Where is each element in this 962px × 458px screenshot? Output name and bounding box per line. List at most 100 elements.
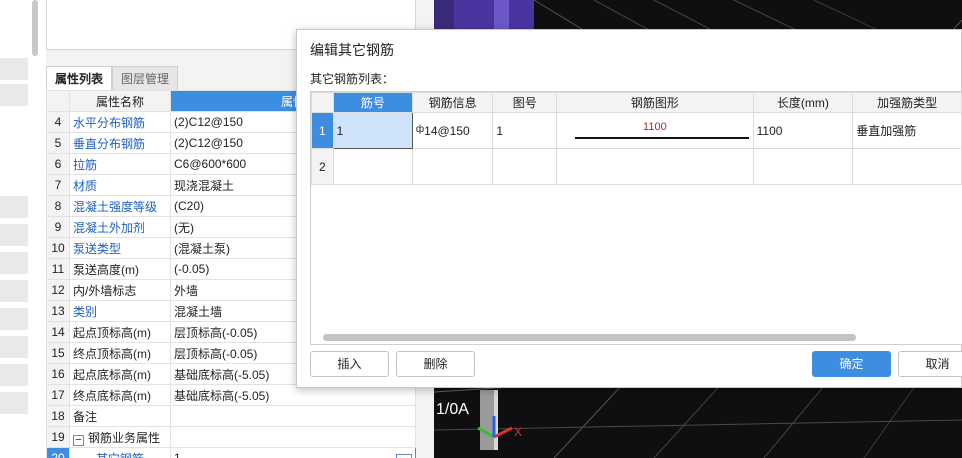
property-name: 混凝土强度等级 — [69, 195, 171, 217]
property-value-text: (2)C12@150 — [174, 136, 243, 150]
tool-tile[interactable] — [0, 84, 28, 106]
property-tabs: 属性列表 图层管理 — [46, 66, 179, 90]
property-name-text: 混凝土外加剂 — [73, 220, 146, 235]
property-name: 混凝土外加剂 — [69, 216, 171, 238]
property-name-text: 备注 — [73, 409, 98, 424]
tool-tile[interactable] — [0, 58, 28, 80]
col-reinforce-type[interactable]: 加强筋类型 — [852, 92, 962, 113]
property-row[interactable]: 19− 钢筋业务属性 — [46, 426, 416, 448]
property-name-text: 终点顶标高(m) — [73, 346, 151, 361]
property-name: 其它钢筋 — [69, 447, 171, 458]
col-length[interactable]: 长度(mm) — [752, 92, 854, 113]
tab-layer-management[interactable]: 图层管理 — [112, 66, 179, 90]
property-name: 内/外墙标志 — [69, 279, 171, 301]
row-number[interactable]: 1 — [311, 112, 334, 149]
property-value[interactable]: 1 ··· — [170, 447, 416, 458]
bar-no-cell[interactable] — [332, 148, 413, 185]
property-row-index: 12 — [46, 279, 70, 301]
property-name: 起点顶标高(m) — [69, 321, 171, 343]
grid-axis-label: 1/0A — [434, 401, 471, 419]
length-cell[interactable] — [752, 148, 854, 185]
property-row-index: 4 — [46, 111, 70, 133]
property-name-text: 材质 — [73, 178, 98, 193]
property-row[interactable]: 20 其它钢筋 1 ··· — [46, 447, 416, 458]
col-figure-no[interactable]: 图号 — [492, 92, 558, 113]
property-row-index: 11 — [46, 258, 70, 280]
tool-tile[interactable] — [0, 308, 28, 330]
length-cell[interactable]: 1100 — [752, 112, 854, 149]
property-name-text: 起点底标高(m) — [73, 367, 151, 382]
ellipsis-button[interactable]: ··· — [396, 453, 412, 458]
property-row-index: 15 — [46, 342, 70, 364]
property-value-text: (-0.05) — [174, 262, 210, 276]
property-row[interactable]: 18 备注 — [46, 405, 416, 427]
bar-info-value: 14@150 — [424, 123, 470, 138]
property-name: 终点底标高(m) — [69, 384, 171, 406]
col-bar-no[interactable]: 筋号 — [332, 92, 413, 113]
tool-tile[interactable] — [0, 280, 28, 302]
bar-info-cell[interactable] — [411, 148, 494, 185]
header-name-cell: 属性名称 — [69, 90, 171, 112]
property-name-text: 其它钢筋 — [96, 452, 144, 458]
header-index-cell — [46, 90, 70, 112]
property-value[interactable] — [170, 426, 416, 448]
property-name-text: 终点底标高(m) — [73, 388, 151, 403]
tool-tile[interactable] — [0, 224, 28, 246]
property-name: 终点顶标高(m) — [69, 342, 171, 364]
property-value-text: (混凝土泵) — [174, 241, 230, 256]
property-row-index: 16 — [46, 363, 70, 385]
property-row-index: 5 — [46, 132, 70, 154]
rebar-row[interactable]: 2 — [311, 148, 962, 185]
rebar-grid-container: 筋号 钢筋信息 图号 钢筋图形 长度(mm) 加强筋类型 1 1 ф14@150… — [310, 91, 962, 345]
tool-tile[interactable] — [0, 336, 28, 358]
left-toolbar-strip — [0, 0, 46, 458]
property-name-text: 泵送类型 — [73, 241, 122, 256]
property-name-text: 起点顶标高(m) — [73, 325, 151, 340]
cancel-button[interactable]: 取消 — [898, 351, 962, 377]
property-value[interactable] — [170, 405, 416, 427]
property-value-text: 层顶标高(-0.05) — [174, 346, 258, 361]
figure-no-cell[interactable]: 1 — [492, 112, 558, 149]
reinforce-type-cell[interactable]: 垂直加强筋 — [852, 112, 962, 149]
grid-horizontal-scrollbar[interactable] — [323, 334, 856, 341]
delete-button[interactable]: 删除 — [396, 351, 475, 377]
property-name-text: 拉筋 — [73, 157, 98, 172]
property-name-text: 混凝土强度等级 — [73, 199, 158, 214]
property-name: 材质 — [69, 174, 171, 196]
col-bar-shape[interactable]: 钢筋图形 — [556, 92, 754, 113]
row-number[interactable]: 2 — [311, 148, 334, 185]
property-row-index: 17 — [46, 384, 70, 406]
tool-tile[interactable] — [0, 252, 28, 274]
property-row-index: 9 — [46, 216, 70, 238]
edit-other-rebar-dialog: 编辑其它钢筋 其它钢筋列表： 筋号 钢筋信息 图号 钢筋图形 长度(mm) 加强… — [296, 29, 962, 388]
collapse-toggle[interactable]: − — [73, 434, 84, 446]
insert-button[interactable]: 插入 — [310, 351, 389, 377]
property-name-text: 水平分布钢筋 — [73, 115, 146, 130]
bar-shape-cell[interactable] — [556, 148, 754, 185]
property-value-text: 外墙 — [174, 283, 199, 298]
tool-tile[interactable] — [0, 196, 28, 218]
property-name: 备注 — [69, 405, 171, 427]
property-row-index: 13 — [46, 300, 70, 322]
shape-length-label: 1100 — [643, 121, 667, 133]
tab-property-list[interactable]: 属性列表 — [46, 66, 113, 90]
property-value-text: (C20) — [174, 199, 205, 213]
rebar-row[interactable]: 1 1 ф14@150 1 1100 1100 垂直加强筋 — [311, 112, 962, 149]
property-row-index: 20 — [46, 447, 70, 458]
bar-info-cell[interactable]: ф14@150 — [411, 112, 494, 149]
reinforce-type-cell[interactable] — [852, 148, 962, 185]
tool-tile[interactable] — [0, 364, 28, 386]
property-row-index: 14 — [46, 321, 70, 343]
bar-no-cell[interactable]: 1 — [332, 112, 413, 149]
property-value-text: 基础底标高(-5.05) — [174, 388, 270, 403]
bar-shape-cell[interactable]: 1100 — [556, 112, 754, 149]
figure-no-cell[interactable] — [492, 148, 558, 185]
ok-button[interactable]: 确定 — [812, 351, 891, 377]
left-scrollbar[interactable] — [32, 0, 38, 56]
wall-column — [480, 390, 494, 450]
property-name: 水平分布钢筋 — [69, 111, 171, 133]
property-row-index: 7 — [46, 174, 70, 196]
col-bar-info[interactable]: 钢筋信息 — [411, 92, 494, 113]
rebar-grid-header: 筋号 钢筋信息 图号 钢筋图形 长度(mm) 加强筋类型 — [311, 92, 962, 113]
tool-tile[interactable] — [0, 392, 28, 414]
